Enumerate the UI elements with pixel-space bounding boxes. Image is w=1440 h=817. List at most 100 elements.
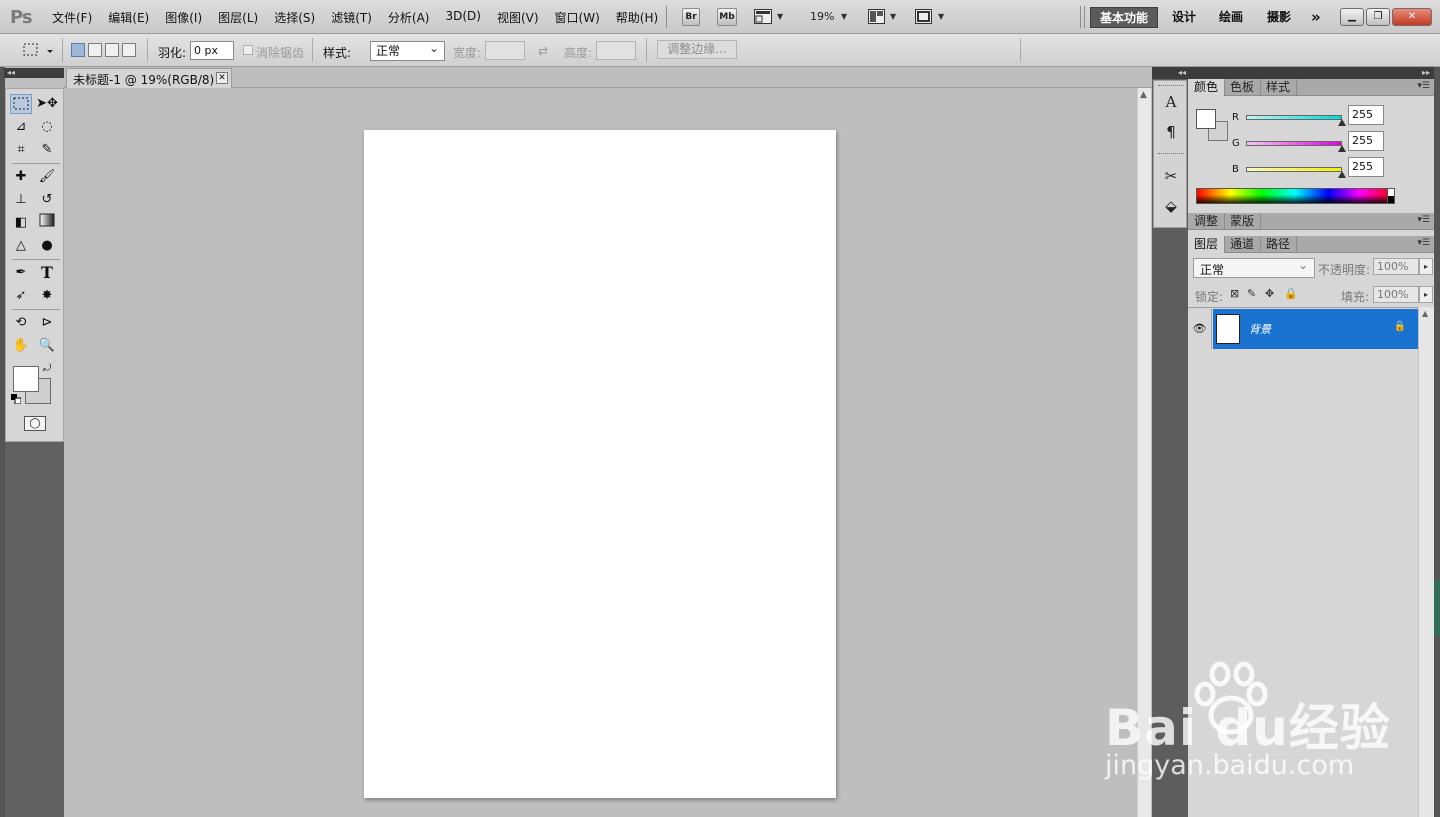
swap-colors-icon[interactable]: ⤾ [43,363,51,374]
default-colors-icon[interactable] [11,394,21,404]
panel-menu-icon[interactable]: ▾☰ [1417,238,1430,248]
menu-select[interactable]: 选择(S) [266,9,323,26]
path-selection-tool[interactable]: ➶ [10,286,32,306]
menu-3d[interactable]: 3D(D) [437,9,488,26]
green-value-input[interactable]: 255 [1348,131,1384,151]
restore-button[interactable]: ❐ [1366,8,1390,26]
layer-name[interactable]: 背景 [1249,321,1271,337]
menu-analysis[interactable]: 分析(A) [380,9,438,26]
style-select[interactable]: 正常 [370,41,445,61]
workspace-photography[interactable]: 摄影 [1258,7,1300,28]
blue-slider[interactable] [1246,167,1342,172]
rect-marquee-tool[interactable] [10,94,32,114]
tab-color[interactable]: 颜色 [1188,79,1226,96]
hand-tool[interactable]: ✋ [10,336,32,356]
width-input[interactable] [485,41,525,60]
mini-bridge-button[interactable]: Mb [717,8,737,26]
swap-dimensions-icon[interactable]: ⇄ [538,44,548,58]
dodge-tool[interactable]: ● [36,236,58,256]
crop-tool[interactable]: ⌗ [10,140,32,160]
feather-input[interactable]: 0 px [190,41,234,60]
tools-collapse-bar[interactable]: ◂◂ [4,68,64,78]
healing-brush-tool[interactable]: ✚ [10,167,32,187]
chevron-down-icon[interactable]: ▼ [777,12,783,21]
blue-value-input[interactable]: 255 [1348,157,1384,177]
opacity-input[interactable]: 100% [1373,258,1419,275]
lock-all-icon[interactable]: 🔒 [1284,287,1298,300]
bridge-button[interactable]: Br [682,8,700,26]
clone-stamp-tool[interactable]: ⊥ [10,190,32,210]
zoom-level[interactable]: 19% [810,10,834,23]
slider-thumb-icon[interactable] [1338,145,1346,152]
opacity-arrow-icon[interactable]: ▸ [1419,258,1433,275]
eyedropper-tool[interactable]: ✎ [36,140,58,160]
slider-thumb-icon[interactable] [1338,171,1346,178]
new-selection-icon[interactable] [71,43,85,57]
menu-window[interactable]: 窗口(W) [547,9,608,26]
menu-file[interactable]: 文件(F) [44,9,100,26]
layers-scrollbar[interactable]: ▲ [1418,307,1434,817]
green-slider[interactable] [1246,141,1342,146]
zoom-tool[interactable]: 🔍 [36,336,58,356]
chevron-down-icon[interactable]: ▼ [841,12,847,21]
red-slider[interactable] [1246,115,1342,120]
subtract-from-selection-icon[interactable] [105,43,119,57]
history-brush-tool[interactable]: ↺ [36,190,58,210]
chevron-down-icon[interactable]: ▼ [890,12,896,21]
workspace-painting[interactable]: 绘画 [1210,7,1252,28]
layer-row[interactable]: 👁 背景 🔒 [1188,309,1418,349]
add-to-selection-icon[interactable] [88,43,102,57]
canvas-area[interactable] [64,88,1137,817]
slider-thumb-icon[interactable] [1338,119,1346,126]
pen-tool[interactable]: ✒ [10,263,32,283]
scroll-up-icon[interactable]: ▲ [1140,90,1147,100]
custom-shape-tool[interactable]: ✸ [36,286,58,306]
workspace-more-button[interactable]: » [1302,7,1330,28]
blur-tool[interactable]: △ [10,236,32,256]
height-input[interactable] [596,41,636,60]
tool-preset-picker[interactable] [20,41,58,60]
view-extras-button[interactable] [754,9,772,24]
vertical-scrollbar[interactable]: ▲ [1137,88,1151,817]
tool-presets-icon[interactable]: ✂ [1162,167,1180,187]
lasso-tool[interactable]: ⊿ [10,117,32,137]
panel-menu-icon[interactable]: ▾☰ [1417,81,1430,91]
menu-help[interactable]: 帮助(H) [608,9,666,26]
menu-layer[interactable]: 图层(L) [210,9,266,26]
gradient-tool[interactable] [36,213,58,233]
scroll-handle[interactable] [1434,580,1440,636]
antialias-checkbox[interactable] [243,45,253,55]
refine-edge-button[interactable]: 调整边缘... [657,40,737,59]
close-icon[interactable]: ✕ [216,72,228,84]
screen-mode-button[interactable] [915,9,932,24]
lock-position-icon[interactable]: ✥ [1265,287,1274,300]
document-tab[interactable]: 未标题-1 @ 19%(RGB/8) ✕ [66,68,232,88]
eraser-tool[interactable]: ◧ [10,213,32,233]
menu-filter[interactable]: 滤镜(T) [323,9,380,26]
fill-arrow-icon[interactable]: ▸ [1419,286,1433,303]
paragraph-panel-icon[interactable]: ¶ [1162,123,1180,143]
scroll-up-icon[interactable]: ▲ [1422,309,1428,318]
panel-menu-icon[interactable]: ▾☰ [1417,215,1430,225]
move-tool[interactable]: ➤✥ [36,94,58,114]
tab-masks[interactable]: 蒙版 [1224,213,1262,230]
document-canvas[interactable] [364,130,836,798]
color-spectrum[interactable] [1196,188,1394,204]
type-tool[interactable]: T [36,263,58,283]
quick-select-tool[interactable]: ◌ [36,117,58,137]
tab-layers[interactable]: 图层 [1188,236,1226,253]
black-white-swatch[interactable] [1387,188,1395,204]
menu-image[interactable]: 图像(I) [157,9,210,26]
red-value-input[interactable]: 255 [1348,105,1384,125]
lock-transparent-icon[interactable]: ⊠ [1230,287,1239,300]
lock-image-icon[interactable]: ✎ [1247,287,1256,300]
dock-collapse-bar[interactable]: ◂◂ [1152,67,1188,79]
minimize-button[interactable]: ▁ [1340,8,1364,26]
workspace-design[interactable]: 设计 [1163,7,1205,28]
right-collapse-bar[interactable]: ▸▸ [1188,67,1434,79]
arrange-documents-button[interactable] [868,9,885,24]
menu-view[interactable]: 视图(V) [489,9,547,26]
foreground-color-swatch[interactable] [13,366,39,392]
3d-orbit-tool[interactable]: ⊳ [36,313,58,333]
3d-rotate-tool[interactable]: ⟲ [10,313,32,333]
